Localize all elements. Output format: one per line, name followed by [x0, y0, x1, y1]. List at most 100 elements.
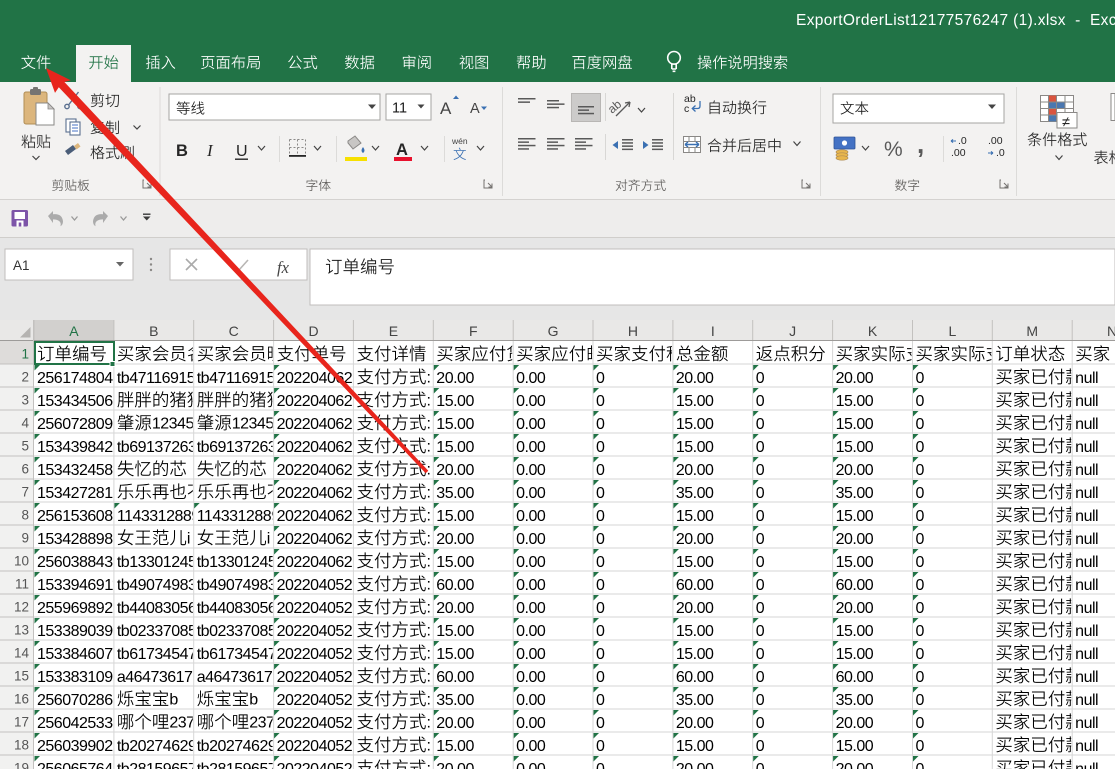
svg-text::: :: [426, 669, 430, 686]
svg-text:null: null: [1075, 738, 1098, 755]
svg-text:0: 0: [915, 393, 924, 410]
svg-text:2022040620: 2022040620: [277, 554, 362, 571]
svg-text:i: i: [267, 531, 270, 548]
svg-text:0: 0: [756, 462, 765, 479]
svg-text:tb61734547: tb61734547: [197, 646, 277, 663]
svg-text:0: 0: [596, 554, 605, 571]
svg-text:15.00: 15.00: [436, 439, 474, 456]
svg-text:0: 0: [915, 669, 924, 686]
svg-text:2022040520: 2022040520: [277, 646, 362, 663]
svg-text:60.00: 60.00: [436, 669, 474, 686]
svg-text:2: 2: [21, 370, 29, 385]
svg-text:null: null: [1075, 462, 1098, 479]
svg-text::: :: [426, 715, 430, 732]
svg-text::: :: [426, 416, 430, 433]
svg-text:tb61734547: tb61734547: [117, 646, 197, 663]
svg-text:tb20274629: tb20274629: [197, 738, 277, 755]
svg-text:tb47116915: tb47116915: [117, 370, 196, 387]
svg-text:17: 17: [14, 715, 29, 730]
svg-text:null: null: [1075, 577, 1098, 594]
svg-text:2022040520: 2022040520: [277, 761, 362, 769]
svg-text:0: 0: [596, 393, 605, 410]
svg-text:0: 0: [756, 485, 765, 502]
svg-text:20.00: 20.00: [676, 531, 714, 548]
svg-text:0.00: 0.00: [516, 577, 546, 594]
svg-text:20.00: 20.00: [836, 715, 874, 732]
svg-text:0: 0: [756, 761, 765, 769]
svg-text:18: 18: [14, 738, 29, 753]
svg-text:20.00: 20.00: [436, 370, 474, 387]
svg-text:null: null: [1075, 715, 1098, 732]
svg-text:0.00: 0.00: [516, 393, 546, 410]
svg-text:0: 0: [756, 646, 765, 663]
svg-text:K: K: [868, 323, 878, 339]
svg-text::: :: [426, 761, 430, 769]
svg-text:2022040620: 2022040620: [277, 485, 362, 502]
svg-text:tb28159657: tb28159657: [197, 761, 277, 769]
svg-text:null: null: [1075, 439, 1098, 456]
svg-text:0: 0: [756, 393, 765, 410]
svg-text:20.00: 20.00: [836, 600, 874, 617]
svg-text:20.00: 20.00: [676, 761, 714, 769]
svg-text:0.00: 0.00: [516, 370, 546, 387]
svg-text:60.00: 60.00: [436, 577, 474, 594]
svg-text:null: null: [1075, 692, 1098, 709]
svg-text:0: 0: [915, 715, 924, 732]
svg-text:wén: wén: [451, 136, 468, 146]
svg-text:15.00: 15.00: [676, 554, 714, 571]
svg-text:15.00: 15.00: [436, 623, 474, 640]
svg-text:20.00: 20.00: [436, 531, 474, 548]
svg-text:15.00: 15.00: [836, 738, 874, 755]
svg-text:B: B: [176, 142, 188, 160]
svg-text:2022040520: 2022040520: [277, 738, 362, 755]
svg-text:fx: fx: [277, 258, 290, 277]
svg-text:0: 0: [915, 370, 924, 387]
svg-text:15.00: 15.00: [676, 508, 714, 525]
svg-text:null: null: [1075, 646, 1098, 663]
svg-text:2022040520: 2022040520: [277, 623, 362, 640]
svg-text:2022040520: 2022040520: [277, 577, 362, 594]
svg-text:15.00: 15.00: [436, 738, 474, 755]
svg-text:0: 0: [756, 531, 765, 548]
svg-text:35.00: 35.00: [836, 485, 874, 502]
svg-text:0.00: 0.00: [516, 600, 546, 617]
svg-text:1143312889: 1143312889: [117, 508, 200, 525]
svg-text:15.00: 15.00: [836, 393, 874, 410]
svg-text:35.00: 35.00: [676, 485, 714, 502]
svg-text:ExportOrderList12177576247 (1): ExportOrderList12177576247 (1).xlsx - Ex…: [796, 12, 1115, 29]
svg-text:12: 12: [14, 600, 29, 615]
svg-text:0.00: 0.00: [516, 669, 546, 686]
svg-text:15.00: 15.00: [836, 439, 874, 456]
svg-text:11: 11: [15, 577, 29, 592]
svg-text::: :: [426, 531, 430, 548]
svg-text::: :: [426, 485, 430, 502]
svg-text:0: 0: [915, 761, 924, 769]
svg-text:A: A: [396, 141, 408, 159]
svg-text:%: %: [884, 138, 903, 161]
svg-text:0: 0: [915, 692, 924, 709]
svg-text:0: 0: [915, 623, 924, 640]
svg-text:15.00: 15.00: [836, 508, 874, 525]
svg-text:0.00: 0.00: [516, 508, 546, 525]
svg-text:tb49074983: tb49074983: [197, 577, 277, 594]
svg-text:2022040620: 2022040620: [277, 393, 362, 410]
svg-text:0: 0: [596, 761, 605, 769]
svg-text:0.00: 0.00: [516, 554, 546, 571]
svg-text:16: 16: [14, 692, 29, 707]
svg-text:0.00: 0.00: [516, 439, 546, 456]
svg-text:20.00: 20.00: [436, 462, 474, 479]
svg-text:tb44083056: tb44083056: [197, 600, 277, 617]
svg-text:tb44083056: tb44083056: [117, 600, 197, 617]
svg-text:0: 0: [596, 485, 605, 502]
svg-text:10: 10: [14, 554, 29, 569]
svg-text:0: 0: [756, 554, 765, 571]
svg-text::: :: [426, 393, 430, 410]
svg-text:.00: .00: [988, 135, 1003, 147]
svg-text:M: M: [1026, 323, 1038, 339]
svg-text:0.00: 0.00: [516, 761, 546, 769]
svg-text:9: 9: [21, 531, 29, 546]
svg-text:U: U: [236, 143, 248, 160]
svg-text:0: 0: [756, 577, 765, 594]
svg-text:A: A: [69, 323, 79, 339]
svg-text:null: null: [1075, 554, 1098, 571]
